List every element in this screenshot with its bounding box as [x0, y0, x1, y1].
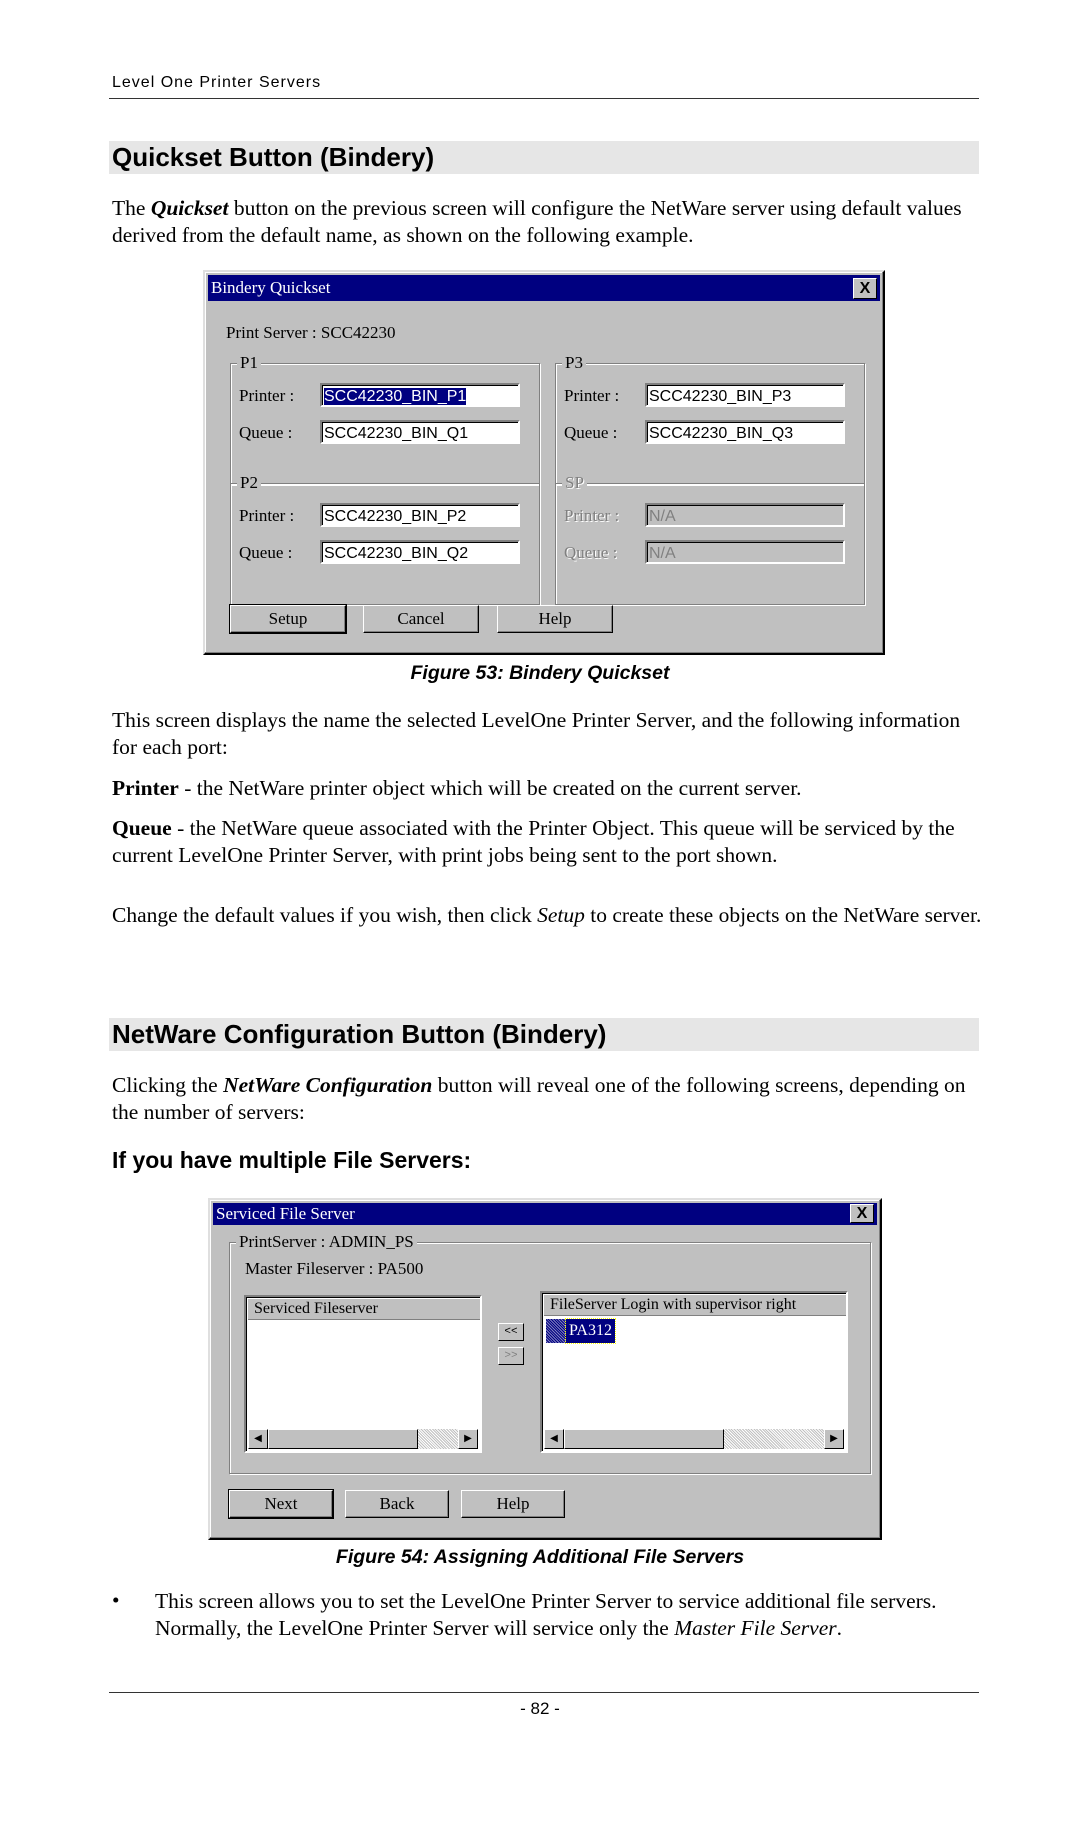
cancel-button[interactable]: Cancel: [363, 605, 479, 633]
printserver-group: PrintServer : ADMIN_PS Master Fileserver…: [229, 1232, 871, 1474]
queue-label: Queue :: [564, 423, 618, 442]
sp-printer-input: N/A: [645, 503, 845, 527]
emphasis: Master File Server: [674, 1616, 837, 1640]
running-header: Level One Printer Servers: [112, 74, 322, 91]
text: Clicking the: [112, 1073, 224, 1097]
p1-queue-input[interactable]: SCC42230_BIN_Q1: [320, 420, 520, 444]
list-item-label: PA312: [565, 1318, 616, 1344]
page-number: - 82 -: [520, 1699, 560, 1718]
section-heading-quickset: Quickset Button (Bindery): [109, 141, 979, 174]
bullet-text: This screen allows you to set the LevelO…: [155, 1588, 955, 1642]
serviced-fileserver-list[interactable]: Serviced Fileserver ◀ ▶: [244, 1295, 482, 1453]
printer-label: Printer :: [239, 386, 295, 405]
horizontal-scrollbar[interactable]: ◀ ▶: [544, 1429, 844, 1449]
help-button[interactable]: Help: [461, 1490, 565, 1518]
list-item[interactable]: PA312: [546, 1318, 616, 1344]
group-p2: P2 Printer : SCC42230_BIN_P2 Queue : SCC…: [230, 473, 540, 605]
p1-printer-input[interactable]: SCC42230_BIN_P1: [320, 383, 520, 407]
printer-label: Printer :: [564, 386, 620, 405]
horizontal-scrollbar[interactable]: ◀ ▶: [248, 1429, 478, 1449]
close-icon[interactable]: X: [853, 278, 877, 299]
text: button on the previous screen will confi…: [112, 196, 962, 247]
term: Queue: [112, 816, 172, 840]
scroll-thumb[interactable]: [564, 1429, 724, 1449]
figure-53-caption: Figure 53: Bindery Quickset: [410, 662, 670, 684]
text: The: [112, 196, 151, 220]
scroll-thumb[interactable]: [268, 1429, 418, 1449]
group-label: P3: [562, 353, 586, 373]
emphasis: Quickset: [150, 196, 229, 220]
term: Printer: [112, 776, 179, 800]
help-button[interactable]: Help: [497, 605, 613, 633]
setup-button[interactable]: Setup: [229, 604, 347, 634]
sp-queue-input: N/A: [645, 540, 845, 564]
next-button[interactable]: Next: [228, 1489, 334, 1519]
queue-definition: Queue - the NetWare queue associated wit…: [112, 815, 982, 869]
bindery-quickset-dialog: Bindery Quickset X Print Server : SCC422…: [203, 270, 885, 655]
text: Change the default values if you wish, t…: [112, 903, 538, 927]
scroll-right-icon[interactable]: ▶: [824, 1429, 844, 1449]
scroll-left-icon[interactable]: ◀: [544, 1429, 564, 1449]
text: to create these objects on the NetWare s…: [584, 903, 982, 927]
dialog-title: Serviced File Server: [216, 1204, 355, 1223]
text: - the NetWare printer object which will …: [178, 776, 802, 800]
dialog-titlebar: Serviced File Server X: [213, 1203, 877, 1225]
group-sp: SP Printer : N/A Queue : N/A: [555, 473, 865, 605]
serviced-file-server-dialog: Serviced File Server X PrintServer : ADM…: [208, 1198, 882, 1540]
p3-printer-input[interactable]: SCC42230_BIN_P3: [645, 383, 845, 407]
p2-queue-input[interactable]: SCC42230_BIN_Q2: [320, 540, 520, 564]
bullet-icon: •: [112, 1588, 120, 1612]
header-rule: [109, 98, 979, 99]
p3-queue-input[interactable]: SCC42230_BIN_Q3: [645, 420, 845, 444]
emphasis: NetWare Configuration: [223, 1073, 433, 1097]
figure-54-caption: Figure 54: Assigning Additional File Ser…: [335, 1546, 745, 1568]
group-p1: P1 Printer : SCC42230_BIN_P1 Queue : SCC…: [230, 353, 540, 485]
screen-description: This screen displays the name the select…: [112, 708, 961, 759]
group-label: SP: [562, 473, 587, 493]
section-heading-netware-config: NetWare Configuration Button (Bindery): [109, 1018, 979, 1051]
netware-config-intro: Clicking the NetWare Configuration butto…: [112, 1072, 982, 1126]
dialog-titlebar: Bindery Quickset X: [208, 275, 880, 301]
master-fileserver-label: Master Fileserver : PA500: [245, 1259, 424, 1278]
move-right-button[interactable]: >>: [498, 1347, 524, 1365]
print-server-label: Print Server : SCC42230: [226, 323, 396, 342]
queue-label: Queue :: [239, 543, 293, 562]
printer-label: Printer :: [564, 506, 620, 525]
scroll-left-icon[interactable]: ◀: [248, 1429, 268, 1449]
text: - the NetWare queue associated with the …: [112, 816, 955, 867]
queue-label: Queue :: [564, 543, 618, 562]
dialog-title: Bindery Quickset: [211, 278, 331, 297]
text: .: [836, 1616, 843, 1640]
footer-rule: [109, 1692, 979, 1693]
list-header: FileServer Login with supervisor right: [544, 1295, 846, 1316]
printer-definition: Printer - the NetWare printer object whi…: [112, 775, 982, 802]
change-defaults-text: Change the default values if you wish, t…: [112, 902, 982, 929]
back-button[interactable]: Back: [345, 1490, 449, 1518]
group-p3: P3 Printer : SCC42230_BIN_P3 Queue : SCC…: [555, 353, 865, 485]
printer-label: Printer :: [239, 506, 295, 525]
list-header: Serviced Fileserver: [248, 1299, 480, 1320]
quickset-intro: The Quickset button on the previous scre…: [112, 195, 982, 249]
group-label: P1: [237, 353, 261, 373]
subheading-multiple-servers: If you have multiple File Servers:: [112, 1147, 472, 1173]
queue-label: Queue :: [239, 423, 293, 442]
scroll-right-icon[interactable]: ▶: [458, 1429, 478, 1449]
close-icon[interactable]: X: [850, 1204, 874, 1223]
group-label: P2: [237, 473, 261, 493]
emphasis: Setup: [537, 903, 585, 927]
selected-text: SCC42230_BIN_P1: [324, 388, 467, 405]
supervisor-fileserver-list[interactable]: FileServer Login with supervisor right P…: [540, 1291, 848, 1453]
server-icon: [546, 1319, 566, 1343]
p2-printer-input[interactable]: SCC42230_BIN_P2: [320, 503, 520, 527]
group-label: PrintServer : ADMIN_PS: [236, 1232, 417, 1252]
move-left-button[interactable]: <<: [498, 1323, 524, 1341]
